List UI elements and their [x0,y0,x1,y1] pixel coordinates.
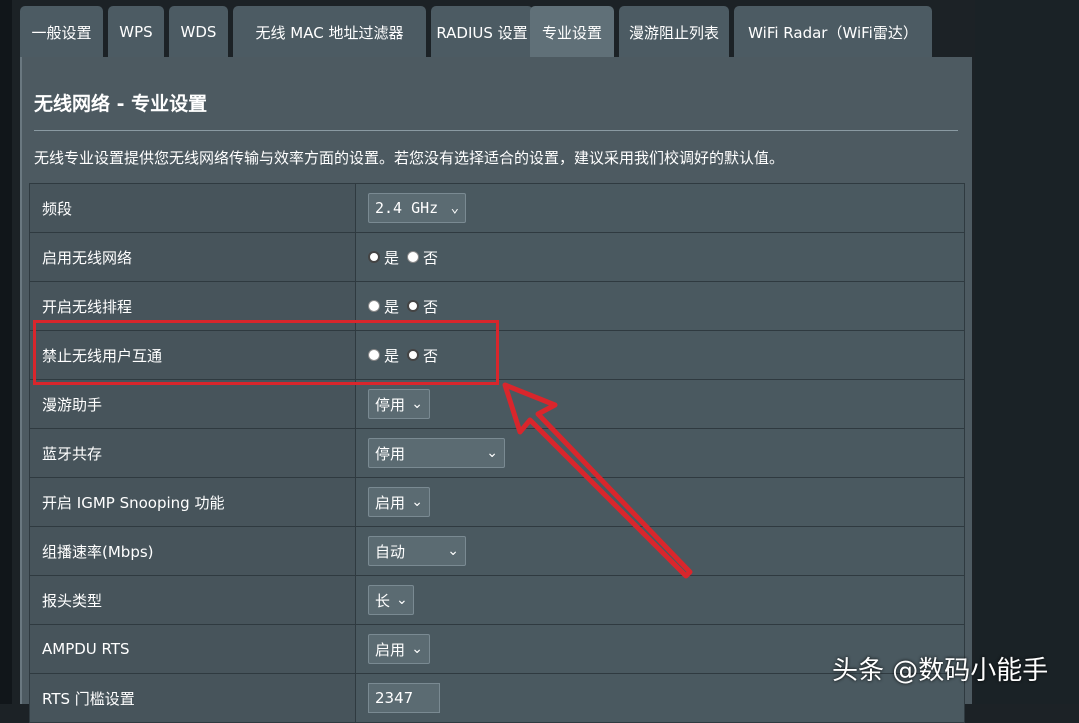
annotation-arrow [502,382,693,579]
arrow-shape [502,382,693,579]
watermark: 头条 @数码小能手 [832,656,1049,686]
